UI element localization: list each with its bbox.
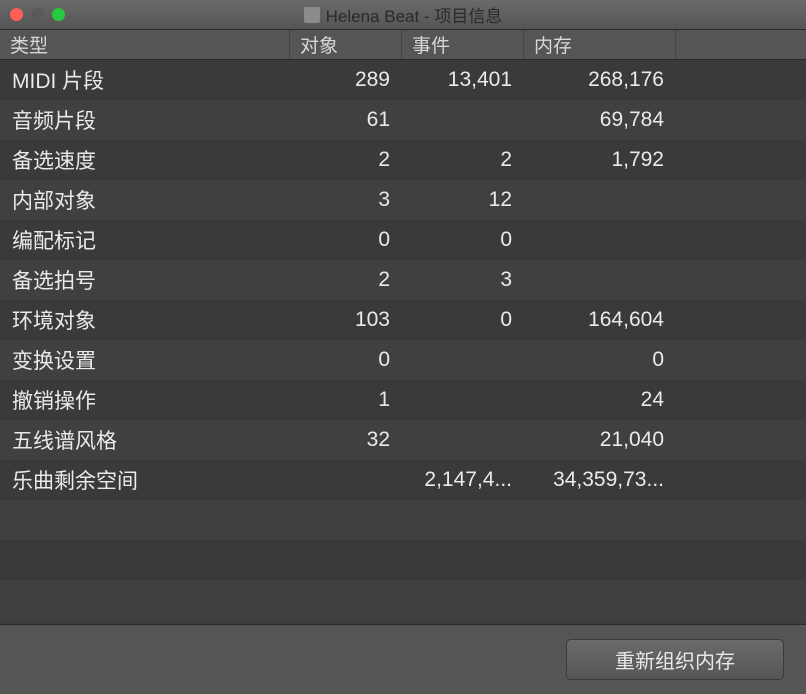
- cell-objects: 0: [290, 228, 402, 252]
- app-icon: [304, 7, 320, 23]
- cell-type: 备选拍号: [0, 265, 290, 295]
- cell-objects: 1: [290, 388, 402, 412]
- cell-objects: 2: [290, 148, 402, 172]
- table-row[interactable]: 五线谱风格32 21,040: [0, 420, 806, 460]
- empty-row: [0, 580, 806, 620]
- reorganize-memory-button[interactable]: 重新组织内存: [566, 639, 784, 680]
- cell-type: 乐曲剩余空间: [0, 465, 290, 495]
- cell-events: 0: [402, 228, 524, 252]
- table-row[interactable]: 备选速度221,792: [0, 140, 806, 180]
- table-body: MIDI 片段28913,401268,176音频片段6169,784备选速度2…: [0, 60, 806, 624]
- cell-events: 3: [402, 268, 524, 292]
- table-row[interactable]: 环境对象1030164,604: [0, 300, 806, 340]
- table-row[interactable]: 编配标记00: [0, 220, 806, 260]
- empty-row: [0, 500, 806, 540]
- cell-objects: 2: [290, 268, 402, 292]
- cell-type: 备选速度: [0, 145, 290, 175]
- column-header-events[interactable]: 事件: [402, 30, 524, 59]
- cell-memory: 24: [524, 388, 676, 412]
- cell-objects: 0: [290, 348, 402, 372]
- column-header-objects[interactable]: 对象: [290, 30, 402, 59]
- cell-memory: 164,604: [524, 308, 676, 332]
- window-title-text: Helena Beat - 项目信息: [326, 2, 503, 27]
- titlebar[interactable]: Helena Beat - 项目信息: [0, 0, 806, 30]
- column-header-extra[interactable]: [676, 30, 806, 59]
- cell-events: 0: [402, 308, 524, 332]
- zoom-icon[interactable]: [52, 8, 65, 21]
- project-info-window: Helena Beat - 项目信息 类型 对象 事件 内存 MIDI 片段28…: [0, 0, 806, 694]
- table-row[interactable]: 备选拍号23: [0, 260, 806, 300]
- column-header-memory[interactable]: 内存: [524, 30, 676, 59]
- cell-events: 2: [402, 148, 524, 172]
- table-row[interactable]: 撤销操作1 24: [0, 380, 806, 420]
- cell-type: 内部对象: [0, 185, 290, 215]
- cell-events: 12: [402, 188, 524, 212]
- cell-memory: 21,040: [524, 428, 676, 452]
- close-icon[interactable]: [10, 8, 23, 21]
- table-row[interactable]: 音频片段61 69,784: [0, 100, 806, 140]
- cell-memory: 268,176: [524, 68, 676, 92]
- footer: 重新组织内存: [0, 624, 806, 694]
- cell-events: 2,147,4...: [402, 468, 524, 492]
- cell-memory: 34,359,73...: [524, 468, 676, 492]
- cell-memory: 69,784: [524, 108, 676, 132]
- table-row[interactable]: 变换设置00: [0, 340, 806, 380]
- column-header-type[interactable]: 类型: [0, 30, 290, 59]
- cell-memory: 0: [524, 348, 676, 372]
- minimize-icon[interactable]: [31, 8, 44, 21]
- traffic-lights: [0, 8, 65, 21]
- cell-events: 13,401: [402, 68, 524, 92]
- cell-type: 环境对象: [0, 305, 290, 335]
- window-title: Helena Beat - 项目信息: [0, 2, 806, 27]
- empty-row: [0, 540, 806, 580]
- cell-memory: 1,792: [524, 148, 676, 172]
- table-row[interactable]: 内部对象312: [0, 180, 806, 220]
- cell-objects: 61: [290, 108, 402, 132]
- cell-type: 音频片段: [0, 105, 290, 135]
- cell-objects: 32: [290, 428, 402, 452]
- cell-objects: 3: [290, 188, 402, 212]
- table-row[interactable]: 乐曲剩余空间 2,147,4...34,359,73...: [0, 460, 806, 500]
- table-header: 类型 对象 事件 内存: [0, 30, 806, 60]
- table-row[interactable]: MIDI 片段28913,401268,176: [0, 60, 806, 100]
- cell-objects: 103: [290, 308, 402, 332]
- cell-objects: 289: [290, 68, 402, 92]
- cell-type: 五线谱风格: [0, 425, 290, 455]
- cell-type: 变换设置: [0, 345, 290, 375]
- cell-type: 编配标记: [0, 225, 290, 255]
- cell-type: MIDI 片段: [0, 65, 290, 95]
- cell-type: 撤销操作: [0, 385, 290, 415]
